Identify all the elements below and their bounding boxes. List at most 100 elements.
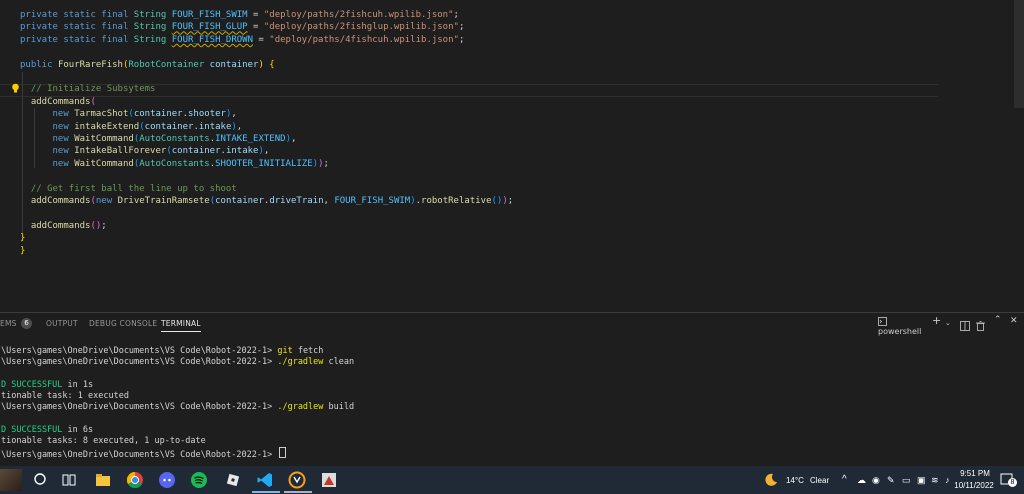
code-editor[interactable]: private static final String FOUR_FISH_SW… — [0, 0, 1024, 312]
token: INTAKE_EXTEND — [215, 134, 286, 144]
code-line: addCommands( — [20, 96, 96, 108]
trash-icon[interactable] — [976, 319, 985, 333]
token: () — [491, 196, 503, 206]
tab-debug-console[interactable]: DEBUG CONSOLE — [89, 319, 157, 328]
tab-output[interactable]: OUTPUT — [46, 319, 78, 328]
token: container — [209, 59, 259, 70]
pen-icon[interactable]: ✎ — [887, 475, 895, 486]
roblox-icon[interactable] — [224, 471, 242, 489]
token: intakeExtend — [74, 121, 140, 132]
token: intake — [225, 146, 259, 157]
active-app-indicator — [252, 491, 280, 493]
token: , — [323, 196, 335, 206]
open-app-indicator — [284, 491, 312, 493]
token: \Users\games\OneDrive\Documents\VS Code\… — [1, 346, 278, 357]
app-icon[interactable] — [320, 471, 338, 489]
token: fetch — [292, 346, 324, 357]
clock-time[interactable]: 9:51 PM — [957, 469, 993, 478]
token: in 1s — [62, 379, 94, 390]
vscode-icon[interactable] — [256, 471, 274, 489]
token: addCommands — [30, 220, 91, 231]
terminal-line: D SUCCESSFUL in 6s — [1, 425, 93, 436]
token: container — [215, 196, 264, 206]
code-line: new WaitCommand(AutoConstants.INTAKE_EXT… — [20, 133, 297, 145]
token: new — [95, 196, 118, 206]
moon-weather-icon[interactable] — [764, 473, 778, 487]
token: ./gradlew — [277, 402, 324, 413]
task-view-icon[interactable] — [60, 471, 78, 489]
token: } — [20, 233, 26, 244]
discord-icon[interactable] — [158, 471, 176, 489]
weather-temp[interactable]: 14°C — [786, 476, 804, 485]
chevron-up-icon[interactable]: ^ — [842, 474, 847, 485]
overwatch-icon[interactable] — [288, 471, 306, 489]
token: } — [20, 245, 26, 256]
shell-label: powershell — [878, 327, 922, 336]
discord-tray-icon[interactable]: ◉ — [872, 475, 880, 486]
tab-terminal[interactable]: TERMINAL — [161, 319, 201, 332]
weather-text[interactable]: Clear — [810, 476, 829, 485]
token: container — [171, 146, 221, 157]
token: ; — [453, 10, 459, 20]
token: "deploy/paths/2fishcuh.wpilib.json" — [263, 10, 454, 20]
chevron-down-icon[interactable]: ⌄ — [945, 319, 951, 333]
code-line: } — [20, 232, 25, 244]
token: robotRelative — [421, 196, 492, 206]
token: = — [247, 10, 264, 20]
new-terminal-icon[interactable]: + — [932, 314, 941, 328]
tab-problems[interactable]: EMS — [0, 319, 17, 328]
token: RobotContainer — [128, 59, 210, 70]
terminal-line: \Users\games\OneDrive\Documents\VS Code\… — [1, 402, 354, 413]
token: tionable tasks: 8 executed, 1 up-to-date — [1, 435, 206, 446]
terminal-line: tionable tasks: 8 executed, 1 up-to-date — [1, 436, 206, 447]
token: ; — [458, 22, 465, 33]
problems-count-badge: 6 — [21, 318, 32, 329]
code-line: private static final String FOUR_FISH_SW… — [20, 9, 459, 21]
token: // Get first ball the line up to shoot — [30, 183, 237, 194]
token: DriveTrainRamsete — [117, 196, 210, 206]
monitor-icon[interactable]: ▣ — [917, 475, 926, 486]
token: D SUCCESSFUL — [1, 379, 63, 390]
token: FOUR_FISH_SWIM — [334, 196, 411, 206]
token: build — [323, 402, 355, 413]
spotify-icon[interactable] — [190, 471, 208, 489]
token: IntakeBallForever — [74, 146, 167, 157]
editor-scrollbar[interactable] — [1014, 0, 1024, 108]
code-line: // Get first ball the line up to shoot — [20, 183, 237, 195]
terminal-line: D SUCCESSFUL in 1s — [1, 380, 93, 391]
token: ; — [507, 196, 514, 206]
cloud-icon[interactable]: ☁ — [857, 475, 866, 486]
token: { — [269, 59, 275, 70]
lightbulb-icon[interactable] — [11, 83, 20, 94]
close-panel-icon[interactable]: ✕ — [1010, 316, 1018, 330]
token: AutoConstants — [139, 158, 210, 169]
token: ; — [323, 158, 329, 169]
token: WaitCommand — [74, 158, 134, 169]
token: in 6s — [62, 424, 94, 435]
terminal-shell-selector[interactable]: powershell — [878, 317, 928, 336]
chrome-icon[interactable] — [126, 471, 144, 489]
network-icon[interactable]: ▭ — [902, 475, 911, 486]
split-terminal-icon[interactable] — [960, 319, 970, 333]
token: WaitCommand — [74, 134, 134, 144]
token: private static final — [20, 22, 134, 33]
volume-icon[interactable]: ♪ — [945, 475, 950, 485]
token: ; — [458, 34, 465, 45]
maximize-panel-icon[interactable]: ⌃ — [994, 315, 1002, 329]
token: container — [144, 121, 194, 132]
clock-date[interactable]: 10/11/2022 — [950, 481, 998, 490]
wifi-icon[interactable]: ≋ — [931, 475, 939, 486]
code-line: // Initialize Subsytems — [20, 83, 156, 95]
search-icon[interactable] — [32, 471, 50, 489]
file-explorer-icon[interactable] — [94, 471, 112, 489]
token: addCommands — [30, 196, 91, 206]
token: intake — [198, 121, 232, 132]
bottom-panel: EMS 6 OUTPUT DEBUG CONSOLE TERMINAL powe… — [0, 312, 1024, 467]
code-line: new IntakeBallForever(container.intake), — [20, 145, 270, 157]
user-avatar-icon[interactable] — [0, 469, 22, 491]
token: public — [20, 59, 58, 70]
